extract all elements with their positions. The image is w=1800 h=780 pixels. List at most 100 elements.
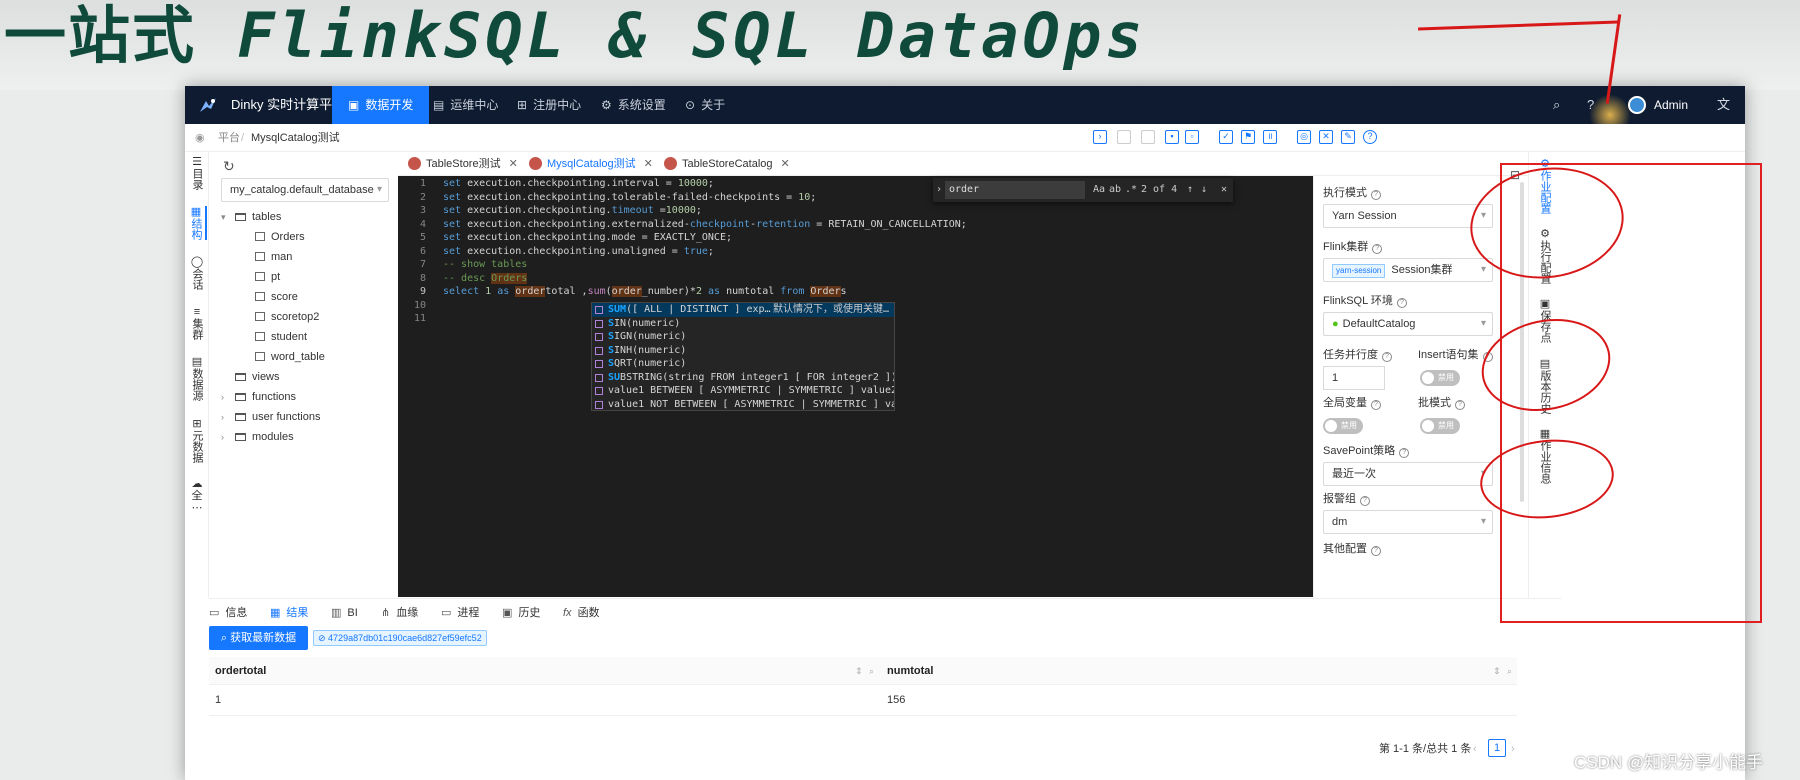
tree-node-tables[interactable]: ▾ tables	[221, 208, 281, 226]
suggestion-item[interactable]: SUM([ ALL | DISTINCT ] exp… 默认情况下，或使用关键…	[592, 303, 894, 317]
column-header[interactable]: numtotal	[887, 657, 933, 685]
folder-icon[interactable]	[1141, 130, 1155, 144]
sidebar-session[interactable]: ◯ 会话	[187, 256, 207, 290]
next-page-icon[interactable]: ›	[1511, 740, 1515, 758]
nav-registry[interactable]: ⊞ 注册中心	[501, 86, 597, 124]
pause-icon[interactable]: ॥	[1263, 130, 1277, 144]
nav-operations[interactable]: ▤ 运维中心	[417, 86, 514, 124]
tab-bi[interactable]: ▥ BI	[331, 603, 358, 623]
tree-item-table[interactable]: man	[255, 248, 292, 266]
tab-tablestorecatalog[interactable]: TableStoreCatalog ✕	[660, 152, 790, 176]
tab-functions[interactable]: fx 函数	[563, 603, 600, 623]
sql-editor[interactable]: 1 2 3 4 5 6 7 8 9 10 11 set execution.ch…	[398, 176, 1313, 597]
savepoint-select[interactable]: 最近一次 ▾	[1323, 462, 1493, 486]
tree-item-table[interactable]: student	[255, 328, 307, 346]
suggestion-item[interactable]: value1 BETWEEN [ ASYMMETRIC | SYMMETRIC …	[592, 384, 894, 398]
suggestion-item[interactable]: SIN(numeric)	[592, 317, 894, 331]
search-icon[interactable]: ⌕	[869, 657, 874, 685]
tab-mysqlcatalog-test[interactable]: MysqlCatalog测试 ✕	[525, 152, 653, 176]
column-header[interactable]: ordertotal	[215, 657, 266, 685]
sidebar-directory[interactable]: ☰ 目录	[187, 156, 207, 190]
tree-item-table[interactable]: word_table	[255, 348, 325, 366]
sidebar-global[interactable]: ☁ 全 ⋯	[187, 478, 207, 514]
code-icon: ▣	[348, 98, 360, 112]
parallel-input[interactable]: 1	[1323, 366, 1385, 390]
tree-item-table[interactable]: scoretop2	[255, 308, 319, 326]
refresh-icon[interactable]: ↻	[223, 158, 235, 175]
sidebar-metadata[interactable]: ⊞ 元数据	[187, 418, 207, 463]
camera-icon[interactable]: ◎	[1297, 130, 1311, 144]
insert-toggle[interactable]: 禁用	[1420, 370, 1460, 386]
console-icon[interactable]: ›	[1093, 130, 1107, 144]
sort-icon[interactable]: ⇕	[1493, 657, 1501, 685]
tab-info[interactable]: ▭ 信息	[209, 603, 247, 623]
chevron-right-icon[interactable]: ›	[936, 178, 942, 202]
search-icon[interactable]: ⌕	[1507, 657, 1512, 685]
arrow-down-icon[interactable]: ↓	[1201, 178, 1207, 202]
env-select[interactable]: ● DefaultCatalog ▾	[1323, 312, 1493, 336]
catalog-select[interactable]: my_catalog.default_database ▾	[221, 178, 389, 202]
close-icon[interactable]: ✕	[509, 158, 518, 170]
tab-tablestore-test[interactable]: TableStore测试 ✕	[404, 152, 518, 176]
nav-data-development[interactable]: ▣ 数据开发	[332, 86, 430, 124]
tree-node-user-functions[interactable]: › user functions	[221, 408, 320, 426]
close-icon[interactable]: ✕	[781, 158, 790, 170]
nav-settings[interactable]: ⚙ 系统设置	[585, 86, 682, 124]
wrench-icon[interactable]: ✎	[1341, 130, 1355, 144]
breadcrumb-root[interactable]: 平台	[218, 124, 240, 152]
nav-label: 注册中心	[533, 98, 582, 112]
cluster-select[interactable]: yarn-session Session集群 ▾	[1323, 258, 1493, 282]
nav-about[interactable]: ⊙ 关于	[669, 86, 741, 124]
tree-item-table[interactable]: score	[255, 288, 298, 306]
sidebar-cluster[interactable]: ≡ 集群	[187, 306, 207, 340]
delete-icon[interactable]: ✕	[1319, 130, 1333, 144]
close-icon[interactable]: ✕	[644, 158, 653, 170]
chevron-right-icon: ›	[221, 432, 224, 442]
suggestion-item[interactable]: SINH(numeric)	[592, 344, 894, 358]
alert-group-select[interactable]: dm ▾	[1323, 510, 1493, 534]
tree-item-table[interactable]: Orders	[255, 228, 305, 246]
arrow-up-icon[interactable]: ↑	[1187, 178, 1193, 202]
suggestion-item[interactable]: SUBSTRING(string FROM integer1 [ FOR int…	[592, 371, 894, 385]
tree-node-views[interactable]: views	[235, 368, 280, 386]
suggestion-item[interactable]: value1 NOT BETWEEN [ ASYMMETRIC | SYMMET…	[592, 398, 894, 412]
match-case-icon[interactable]: Aa	[1093, 178, 1105, 202]
username[interactable]: Admin	[1654, 86, 1688, 124]
folder-open-icon	[235, 213, 246, 221]
sidebar-datasource[interactable]: ▤ 数据源	[187, 356, 207, 401]
tree-node-functions[interactable]: › functions	[221, 388, 296, 406]
tab-result[interactable]: ▦ 结果	[270, 603, 308, 623]
flag-icon[interactable]: ⚑	[1241, 130, 1255, 144]
exec-mode-select[interactable]: Yarn Session ▾	[1323, 204, 1493, 228]
find-input[interactable]: order	[945, 181, 1085, 199]
question-icon[interactable]: ?	[1363, 130, 1377, 144]
copy-icon[interactable]: ▫	[1185, 130, 1199, 144]
tab-lineage[interactable]: ⋔ 血缘	[381, 603, 418, 623]
search-icon[interactable]: ⌕	[1553, 86, 1560, 124]
regex-icon[interactable]: .*	[1125, 178, 1137, 202]
label-text: 报警组	[1323, 493, 1356, 505]
save-icon[interactable]: ▪	[1165, 130, 1179, 144]
close-icon[interactable]: ✕	[1221, 178, 1227, 202]
suggestion-item[interactable]: SIGN(numeric)	[592, 330, 894, 344]
whole-word-icon[interactable]: ab	[1109, 178, 1121, 202]
prev-page-icon[interactable]: ‹	[1473, 740, 1477, 758]
page-number[interactable]: 1	[1488, 739, 1506, 757]
file-icon[interactable]	[1117, 130, 1131, 144]
sidebar-structure[interactable]: ▦ 结构	[187, 206, 207, 240]
tab-process[interactable]: ▭ 进程	[441, 603, 479, 623]
tree-node-modules[interactable]: › modules	[221, 428, 294, 446]
check-icon[interactable]: ✓	[1219, 130, 1233, 144]
function-icon: fx	[563, 607, 572, 619]
tab-history[interactable]: ▣ 历史	[502, 603, 540, 623]
batch-toggle[interactable]: 禁用	[1420, 418, 1460, 434]
tree-item-table[interactable]: pt	[255, 268, 280, 286]
global-vars-toggle[interactable]: 禁用	[1323, 418, 1363, 434]
help-icon[interactable]: ?	[1587, 86, 1594, 124]
job-id-badge[interactable]: ⊘ 4729a87db01c190cae6d827ef59efc52	[313, 630, 487, 646]
refresh-data-button[interactable]: ⌕ 获取最新数据	[209, 626, 308, 650]
sort-icon[interactable]: ⇕	[855, 657, 863, 685]
avatar[interactable]	[1628, 96, 1646, 114]
suggestion-item[interactable]: SQRT(numeric)	[592, 357, 894, 371]
translate-icon[interactable]: 文	[1717, 86, 1730, 124]
